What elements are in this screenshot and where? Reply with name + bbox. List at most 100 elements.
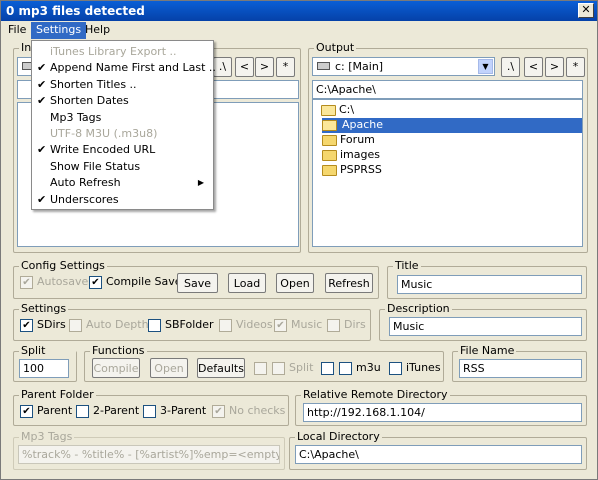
config-settings-title: Config Settings <box>19 259 107 272</box>
parent-folder-title: Parent Folder <box>19 388 96 401</box>
description-group-title: Description <box>385 302 452 315</box>
functions-open-button[interactable]: Open <box>150 358 188 378</box>
tree-item-apache[interactable]: Apache <box>322 118 582 133</box>
settings-menu-item-label: iTunes Library Export .. <box>50 45 177 58</box>
drive-icon <box>317 62 330 70</box>
settings-menu-item[interactable]: ✔ Append Name First and Last .. <box>33 60 216 76</box>
menu-help[interactable]: Help <box>80 22 115 39</box>
check-icon: ✔ <box>37 77 47 91</box>
no-checks-checkbox[interactable]: ✔ No checks <box>212 404 285 420</box>
folder-icon <box>322 165 337 176</box>
settings-menu-item[interactable]: UTF-8 M3U (.m3u8) <box>33 126 212 142</box>
input-nav-star-button[interactable]: * <box>276 57 295 77</box>
check-icon: ✔ <box>37 143 47 157</box>
output-folder-tree[interactable]: C:\ Apache Forum images PSPRSS <box>312 99 583 247</box>
settings-menu-item[interactable]: ✔ Shorten Dates <box>33 93 212 109</box>
autosave-checkbox[interactable]: ✔ Autosave <box>20 275 88 291</box>
settings-menu-item-label: Append Name First and Last .. <box>50 61 216 75</box>
three-parent-checkbox[interactable]: 3-Parent <box>143 404 206 420</box>
settings-menu-item-label: Shorten Dates <box>50 94 129 108</box>
submenu-arrow-icon: ▶ <box>197 178 204 188</box>
settings-menu-item-label: Auto Refresh <box>50 176 121 190</box>
input-nav-back-button[interactable]: < <box>235 57 254 77</box>
compile-save-checkbox[interactable]: ✔ Compile Save <box>89 275 182 291</box>
sdirs-checkbox[interactable]: ✔ SDirs <box>20 318 66 334</box>
folder-icon <box>322 150 337 161</box>
load-button[interactable]: Load <box>228 273 266 293</box>
check-icon: ✔ <box>37 61 47 75</box>
settings-menu-item-label: UTF-8 M3U (.m3u8) <box>50 127 158 140</box>
local-directory-field[interactable]: C:\Apache\ <box>295 445 582 464</box>
open-button[interactable]: Open <box>276 273 314 293</box>
check-icon: ✔ <box>37 94 47 108</box>
output-group-title: Output <box>314 41 357 54</box>
title-bar: 0 mp3 files detected ✕ <box>1 1 597 21</box>
settings-menu-item-label: Underscores <box>50 192 119 206</box>
mp3-tags-title: Mp3 Tags <box>19 430 75 443</box>
music-checkbox[interactable]: ✔ Music <box>274 318 322 334</box>
description-field[interactable]: Music <box>389 317 582 336</box>
settings-menu-item-label: Write Encoded URL <box>50 143 156 157</box>
title-field[interactable]: Music <box>397 275 582 294</box>
output-nav-star-button[interactable]: * <box>566 57 585 77</box>
title-group-title: Title <box>393 259 421 272</box>
chevron-down-icon[interactable]: ▼ <box>478 59 493 74</box>
relative-remote-title: Relative Remote Directory <box>301 388 450 401</box>
check-icon: ✔ <box>37 192 47 206</box>
settings-group-title: Settings <box>19 302 69 315</box>
settings-menu-item[interactable]: ✔ Underscores <box>33 192 212 208</box>
output-drive-value: c: [Main] <box>335 60 384 73</box>
videos-checkbox[interactable]: Videos <box>219 318 273 334</box>
settings-menu-item[interactable]: ✔ Shorten Titles .. <box>33 77 212 93</box>
menu-bar: File Settings Help <box>1 21 597 40</box>
folder-icon <box>322 135 337 146</box>
tree-item-root[interactable]: C:\ <box>321 103 354 118</box>
settings-menu-item[interactable]: iTunes Library Export .. <box>33 44 212 60</box>
output-nav-forward-button[interactable]: > <box>545 57 564 77</box>
output-drive-select[interactable]: c: [Main] ▼ <box>312 57 495 76</box>
settings-menu-item[interactable]: Auto Refresh ▶ <box>33 175 212 191</box>
settings-menu-item[interactable]: Mp3 Tags <box>33 110 212 126</box>
window-title: 0 mp3 files detected <box>6 4 145 18</box>
save-button[interactable]: Save <box>177 273 218 293</box>
tree-item-psprss[interactable]: PSPRSS <box>322 163 382 178</box>
two-parent-checkbox[interactable]: 2-Parent <box>76 404 139 420</box>
menu-settings[interactable]: Settings <box>31 22 87 39</box>
split-after-field[interactable]: 100 <box>19 359 69 378</box>
split-checkbox[interactable]: Split <box>272 361 313 377</box>
file-name-field[interactable]: RSS <box>459 359 582 378</box>
relative-remote-field[interactable]: http://192.168.1.104/ <box>303 403 582 422</box>
functions-title: Functions <box>90 344 147 357</box>
folder-open-icon <box>322 120 337 131</box>
functions-checkbox-2[interactable] <box>321 361 338 377</box>
input-nav-forward-button[interactable]: > <box>255 57 274 77</box>
dirs-checkbox[interactable]: Dirs <box>327 318 366 334</box>
main-window: 0 mp3 files detected ✕ File Settings Hel… <box>0 0 598 480</box>
compile-button[interactable]: Compile <box>92 358 140 378</box>
itunes-checkbox[interactable]: iTunes <box>389 361 441 377</box>
settings-dropdown-menu: iTunes Library Export .. ✔ Append Name Fir… <box>31 40 216 210</box>
close-button[interactable]: ✕ <box>578 3 594 18</box>
m3u-checkbox[interactable]: m3u <box>339 361 381 377</box>
settings-menu-item[interactable]: Show File Status <box>33 159 212 175</box>
tree-item-forum[interactable]: Forum <box>322 133 375 148</box>
output-path-field[interactable]: C:\Apache\ <box>312 80 583 99</box>
mp3-tags-field[interactable]: %track% - %title% - [%artist%]%emp=<empt… <box>18 445 280 464</box>
auto-depth-checkbox[interactable]: Auto Depth <box>69 318 149 334</box>
menu-file[interactable]: File <box>3 22 31 39</box>
output-nav-root-button[interactable]: .\ <box>501 57 520 77</box>
folder-open-icon <box>321 105 336 116</box>
file-name-title: File Name <box>458 344 517 357</box>
functions-checkbox-1[interactable] <box>254 361 271 377</box>
settings-menu-item-label: Mp3 Tags <box>50 110 102 124</box>
output-nav-back-button[interactable]: < <box>524 57 543 77</box>
settings-menu-item-label: Show File Status <box>50 159 141 173</box>
parent-checkbox[interactable]: ✔ Parent <box>20 404 72 420</box>
sbfolder-checkbox[interactable]: SBFolder <box>148 318 214 334</box>
settings-menu-item[interactable]: ✔ Write Encoded URL <box>33 142 212 158</box>
defaults-button[interactable]: Defaults <box>197 358 245 378</box>
settings-menu-item-label: Shorten Titles .. <box>50 77 137 91</box>
local-directory-title: Local Directory <box>295 430 382 443</box>
tree-item-images[interactable]: images <box>322 148 380 163</box>
refresh-button[interactable]: Refresh <box>325 273 373 293</box>
